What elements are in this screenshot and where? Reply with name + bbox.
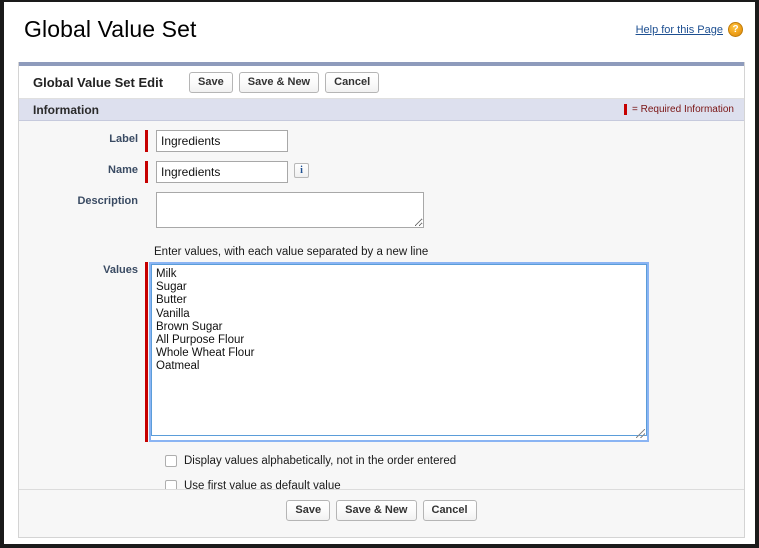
save-button[interactable]: Save: [189, 72, 233, 93]
edit-heading: Global Value Set Edit: [33, 75, 163, 90]
label-field-control: [145, 130, 288, 152]
form-body: Label Name i Description: [19, 130, 744, 530]
help-for-this-page[interactable]: Help for this Page: [636, 22, 743, 37]
description-textarea[interactable]: [156, 192, 424, 228]
label-input[interactable]: [156, 130, 288, 152]
cancel-button[interactable]: Cancel: [325, 72, 379, 93]
name-field-control: i: [145, 161, 309, 183]
required-information-label: = Required Information: [632, 104, 734, 115]
field-row-description: Description: [19, 192, 744, 228]
field-row-values: Values Milk Sugar Butter Vanilla Brown S…: [19, 262, 744, 442]
global-value-set-edit-panel: Global Value Set Edit Save Save & New Ca…: [18, 62, 745, 538]
checkbox-row-alphabetical[interactable]: Display values alphabetically, not in th…: [165, 455, 744, 467]
required-marker-icon: [145, 130, 148, 152]
action-bar-buttons: Save Save & New Cancel: [189, 72, 379, 93]
name-field-label: Name: [19, 161, 145, 176]
description-field-label: Description: [19, 192, 145, 207]
cancel-button-footer[interactable]: Cancel: [423, 500, 477, 521]
values-field-control: Milk Sugar Butter Vanilla Brown Sugar Al…: [145, 262, 649, 442]
values-field-label: Values: [19, 262, 145, 276]
info-i-icon[interactable]: i: [294, 163, 309, 178]
description-field-control: [145, 192, 424, 228]
action-bar: Global Value Set Edit Save Save & New Ca…: [19, 66, 744, 99]
required-marker-icon: [145, 161, 148, 183]
alphabetical-checkbox-label[interactable]: Display values alphabetically, not in th…: [184, 455, 456, 467]
label-field-label: Label: [19, 130, 145, 145]
page-title: Global Value Set: [24, 16, 197, 43]
question-mark-circle-icon[interactable]: [728, 22, 743, 37]
values-textarea[interactable]: Milk Sugar Butter Vanilla Brown Sugar Al…: [151, 264, 647, 436]
required-marker-icon: [624, 104, 627, 115]
save-and-new-button-footer[interactable]: Save & New: [336, 500, 416, 521]
save-button-footer[interactable]: Save: [286, 500, 330, 521]
resize-handle-icon[interactable]: [636, 429, 645, 438]
spacer: [145, 192, 148, 228]
required-information-legend: = Required Information: [624, 104, 734, 115]
information-section-header: Information = Required Information: [19, 99, 744, 121]
footer-action-bar: Save Save & New Cancel: [19, 489, 744, 530]
required-marker-icon: [145, 262, 148, 442]
page-header: Global Value Set Help for this Page: [4, 2, 755, 54]
save-and-new-button[interactable]: Save & New: [239, 72, 319, 93]
section-title: Information: [33, 103, 99, 117]
values-hint-text: Enter values, with each value separated …: [154, 246, 744, 258]
name-input[interactable]: [156, 161, 288, 183]
alphabetical-checkbox[interactable]: [165, 455, 177, 467]
field-row-label: Label: [19, 130, 744, 152]
values-focus-ring: Milk Sugar Butter Vanilla Brown Sugar Al…: [149, 262, 649, 442]
browser-viewport: Global Value Set Help for this Page Glob…: [0, 0, 759, 548]
field-row-name: Name i: [19, 161, 744, 183]
help-link-label[interactable]: Help for this Page: [636, 24, 723, 36]
